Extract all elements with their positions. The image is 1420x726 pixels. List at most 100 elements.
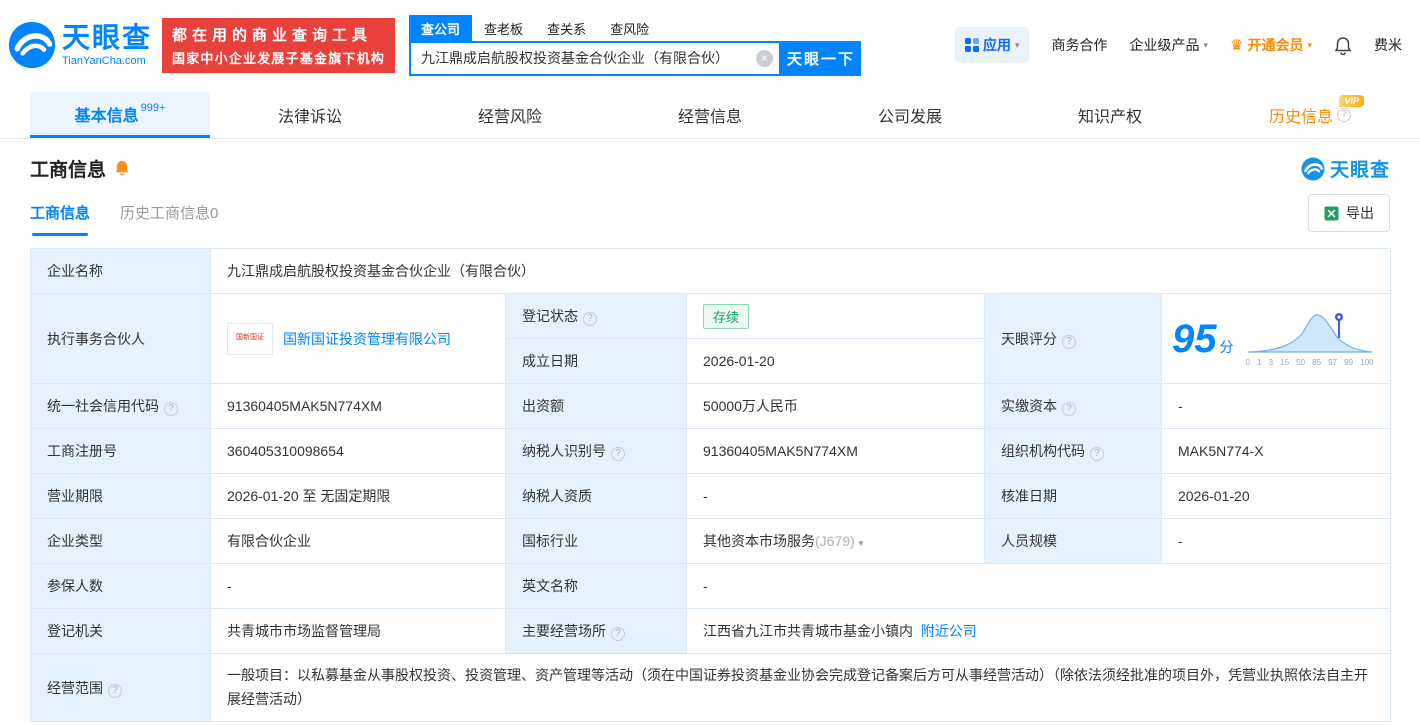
subtab-business-info[interactable]: 工商信息 (30, 202, 90, 236)
field-establish-date-value: 2026-01-20 (686, 338, 985, 384)
field-label: 登记状态 (522, 308, 578, 324)
field-business-term-value: 2026-01-20 至 无固定期限 (210, 473, 506, 519)
field-executive-partner-value: 国新国证 国新国证投资管理有限公司 (210, 293, 506, 384)
export-button[interactable]: 导出 (1308, 194, 1390, 232)
count-badge: 999+ (140, 101, 166, 114)
field-taxpayer-quality-label: 纳税人资质 (505, 473, 687, 519)
menu-business-cooperation[interactable]: 商务合作 (1051, 35, 1107, 55)
user-name[interactable]: 费米 (1374, 35, 1402, 55)
watermark-brand: 天眼查 (1329, 160, 1390, 181)
help-icon[interactable]: ? (611, 627, 625, 641)
menu-enterprise-products[interactable]: 企业级产品 ▾ (1129, 35, 1208, 55)
top-header: 天眼查 TianYanCha.com 都在用的商业查询工具 国家中小企业发展子基… (0, 0, 1420, 90)
excel-icon (1324, 206, 1339, 220)
help-icon[interactable]: ? (583, 312, 597, 326)
menu-enterprise-label: 企业级产品 (1129, 37, 1200, 53)
subtab-row: 工商信息 历史工商信息0 导出 (30, 194, 1390, 236)
apps-grid-icon (964, 38, 979, 52)
field-english-name-label: 英文名称 (505, 563, 687, 609)
business-info-table: 企业名称 九江鼎成启航股权投资基金合伙企业（有限合伙） 执行事务合伙人 国新国证… (30, 248, 1392, 722)
partner-logo[interactable]: 国新国证 (227, 322, 273, 355)
tab-operating-info[interactable]: 经营信息 (610, 92, 810, 138)
help-icon[interactable]: ? (611, 447, 625, 461)
table-row: 工商注册号 360405310098654 纳税人识别号? 91360405MA… (30, 428, 1392, 474)
table-row: 参保人数 - 英文名称 - (30, 563, 1392, 609)
help-icon[interactable]: ? (1062, 334, 1076, 349)
field-label: 经营范围 (47, 679, 103, 696)
nearby-companies-link[interactable]: 附近公司 (921, 623, 977, 639)
field-taxpayer-id-label: 纳税人识别号? (505, 428, 687, 474)
apps-menu-label: 应用 (982, 37, 1011, 53)
tab-legal-proceedings[interactable]: 法律诉讼 (210, 92, 410, 138)
help-icon[interactable]: ? (1337, 108, 1351, 122)
partner-company-link[interactable]: 国新国证投资管理有限公司 (283, 329, 451, 349)
score-chart: 0 1 3 15 50 85 97 99 100 (1246, 310, 1374, 367)
field-tyc-score-label: 天眼评分? (984, 293, 1162, 384)
field-org-code-label: 组织机构代码? (984, 428, 1162, 474)
vip-badge: VIP (1339, 95, 1364, 107)
help-icon[interactable]: ? (164, 402, 178, 416)
apps-menu-button[interactable]: 应用 ▾ (954, 27, 1030, 63)
field-org-code-value: MAK5N774-X (1160, 428, 1392, 474)
field-company-type-label: 企业类型 (30, 518, 211, 564)
field-industry-label: 国标行业 (505, 518, 687, 564)
table-row: 执行事务合伙人 国新国证 国新国证投资管理有限公司 登记状态? 存续 天眼评分?… (30, 293, 1392, 384)
help-icon[interactable]: ? (1090, 447, 1104, 461)
search-row: × 天眼一下 (409, 40, 862, 76)
status-badge: 存续 (703, 303, 750, 329)
header-menu: 应用 ▾ 商务合作 企业级产品 ▾ ♛ 开通会员 ▾ 费米 (954, 27, 1406, 63)
field-establish-date-label: 成立日期 (505, 338, 687, 384)
field-reg-authority-label: 登记机关 (30, 608, 211, 654)
score-distribution-curve (1247, 313, 1372, 353)
table-row: 统一社会信用代码? 91360405MAK5N774XM 出资额 50000万人… (30, 383, 1392, 429)
export-label: 导出 (1346, 205, 1374, 221)
search-button[interactable]: 天眼一下 (781, 40, 862, 76)
brand-domain: TianYanCha.com (62, 54, 146, 67)
search-tab-boss[interactable]: 查老板 (472, 15, 535, 41)
field-english-name-value: - (685, 563, 1392, 609)
tab-operating-risk[interactable]: 经营风险 (410, 92, 610, 138)
tab-intellectual-property[interactable]: 知识产权 (1010, 92, 1210, 138)
crown-icon: ♛ (1230, 36, 1244, 54)
help-icon[interactable]: ? (108, 683, 122, 698)
help-icon[interactable]: ? (1062, 402, 1076, 416)
slogan-banner: 都在用的商业查询工具 国家中小企业发展子基金旗下机构 (162, 17, 396, 73)
field-tyc-score-value: 95 分 0 1 3 15 50 85 97 99 100 (1160, 293, 1392, 384)
table-row: 登记机关 共青城市市场监督管理局 主要经营场所? 江西省九江市共青城市基金小镇内… (30, 608, 1392, 654)
field-company-type-value: 有限合伙企业 (210, 518, 506, 564)
table-row: 企业名称 九江鼎成启航股权投资基金合伙企业（有限合伙） (30, 248, 1392, 294)
tab-company-development[interactable]: 公司发展 (810, 92, 1010, 138)
tianyancha-logo-icon (8, 21, 56, 69)
score-axis-ticks: 0 1 3 15 50 85 97 99 100 (1245, 358, 1374, 367)
field-industry-value: 其他资本市场服务(J679) ▾ (686, 518, 985, 564)
industry-name: 其他资本市场服务 (703, 533, 815, 549)
tab-history-info[interactable]: VIP 历史信息 ? (1210, 92, 1410, 138)
field-business-scope-label: 经营范围? (30, 653, 211, 722)
tianyancha-score[interactable]: 95 分 0 1 3 15 50 85 97 99 100 (1172, 310, 1380, 367)
search-tabs: 查公司 查老板 查关系 查风险 (409, 14, 861, 41)
subscribe-bell-icon[interactable] (114, 160, 130, 177)
bell-icon[interactable] (1334, 36, 1352, 55)
industry-code: (J679) (815, 533, 855, 549)
subtab-history-business-info[interactable]: 历史工商信息0 (120, 202, 218, 236)
search-tab-company[interactable]: 查公司 (409, 14, 473, 41)
menu-open-vip[interactable]: ♛ 开通会员 ▾ (1230, 35, 1312, 55)
score-number: 95 (1172, 316, 1217, 361)
field-paid-capital-value: - (1160, 383, 1392, 429)
field-insured-count-label: 参保人数 (30, 563, 211, 609)
chevron-down-icon[interactable]: ▾ (859, 538, 864, 548)
field-approval-date-value: 2026-01-20 (1160, 473, 1392, 519)
tianyancha-logo[interactable]: 天眼查 TianYanCha.com (8, 21, 152, 69)
field-approval-date-label: 核准日期 (984, 473, 1162, 519)
field-staff-size-label: 人员规模 (984, 518, 1162, 564)
tab-basic-info[interactable]: 基本信息 999+ (30, 92, 210, 138)
search-tab-relation[interactable]: 查关系 (535, 15, 598, 41)
search-tab-risk[interactable]: 查风险 (598, 15, 661, 41)
slogan-line-2: 国家中小企业发展子基金旗下机构 (172, 50, 386, 66)
clear-icon[interactable]: × (756, 49, 774, 67)
field-reg-number-value: 360405310098654 (210, 428, 506, 474)
field-capital-label: 出资额 (505, 383, 687, 429)
field-business-scope-value: 一般项目：以私募基金从事股权投资、投资管理、资产管理等活动（须在中国证券投资基金… (209, 653, 1392, 722)
search-input[interactable] (409, 40, 782, 76)
search-area: 查公司 查老板 查关系 查风险 × 天眼一下 (409, 14, 862, 76)
